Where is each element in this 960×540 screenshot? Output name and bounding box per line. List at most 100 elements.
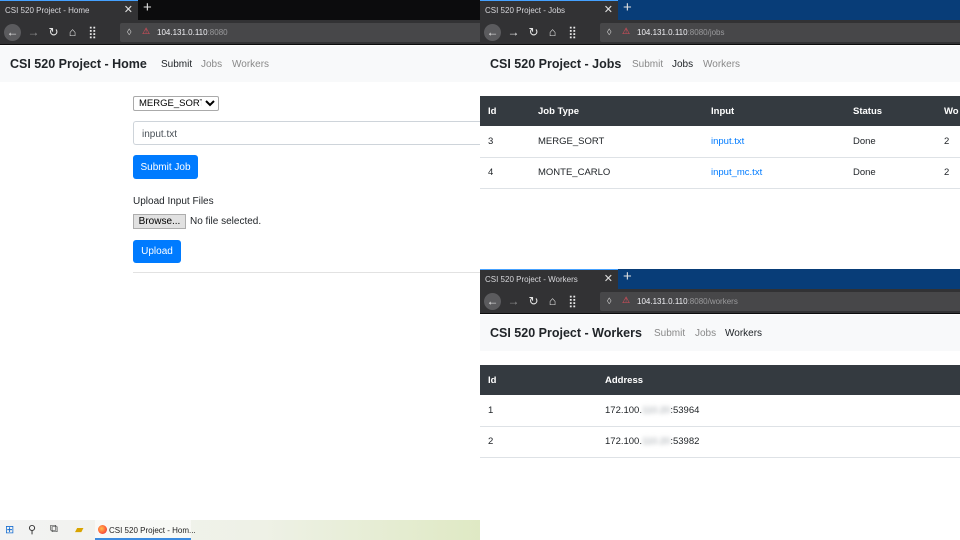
browser-toolbar: ← → ↻ ⌂ ⣿ ◊ ⚠ 104.131.0.110:8080 (0, 20, 480, 45)
nav-jobs[interactable]: Jobs (672, 59, 693, 70)
url-host: 104.131.0.110 (157, 28, 208, 37)
table-row: 3 MERGE_SORT input.txt Done 2 (480, 126, 960, 158)
app-navbar: CSI 520 Project - Workers Submit Jobs Wo… (480, 315, 960, 351)
apps-grid-icon[interactable]: ⣿ (564, 24, 581, 41)
forward-icon[interactable]: → (25, 24, 42, 41)
nav-submit[interactable]: Submit (161, 59, 192, 70)
nav-jobs[interactable]: Jobs (695, 328, 716, 339)
cell-workers: 2 (936, 157, 960, 189)
col-header-workers: Wo (944, 105, 959, 117)
nav-submit[interactable]: Submit (654, 328, 685, 339)
reload-icon[interactable]: ↻ (525, 293, 542, 310)
nav-workers[interactable]: Workers (232, 59, 269, 70)
nav-workers[interactable]: Workers (725, 328, 762, 339)
cell-job-type: MONTE_CARLO (530, 157, 703, 189)
nav-workers[interactable]: Workers (703, 59, 740, 70)
task-view-icon[interactable]: ⧉ (50, 523, 58, 536)
table-row: 1 172.100.110.20:53964 (480, 395, 960, 427)
reload-icon[interactable]: ↻ (525, 24, 542, 41)
address-redacted: 110.20 (641, 404, 671, 416)
table-header-row: Id Job Type Input Status Wo (480, 96, 960, 126)
windows-start-icon[interactable]: ⊞ (5, 523, 14, 536)
home-icon[interactable]: ⌂ (544, 293, 561, 310)
shield-icon: ◊ (127, 27, 132, 37)
apps-grid-icon[interactable]: ⣿ (564, 293, 581, 310)
file-status: No file selected. (190, 216, 262, 227)
taskbar-app-firefox[interactable]: CSI 520 Project - Hom... (95, 520, 196, 540)
address-bar[interactable]: ◊ ⚠ 104.131.0.110:8080/workers (600, 292, 960, 311)
new-tab-icon[interactable]: + (623, 0, 632, 16)
url-path: :8080/workers (687, 297, 738, 306)
col-header-id: Id (488, 105, 497, 117)
input-file-link[interactable]: input.txt (711, 136, 744, 147)
file-explorer-icon[interactable]: ▰ (75, 523, 83, 536)
input-file-link[interactable]: input_mc.txt (711, 167, 762, 178)
tab-title: CSI 520 Project - Home (5, 6, 90, 15)
address-prefix: 172.100. (605, 404, 642, 416)
back-icon[interactable]: ← (4, 24, 21, 41)
url-path: :8080/jobs (687, 28, 725, 37)
url-host: 104.131.0.110 (637, 297, 688, 306)
cell-id: 2 (480, 426, 597, 458)
url-host: 104.131.0.110 (637, 28, 688, 37)
jobs-window: CSI 520 Project - Jobs ✕ + ← → ↻ ⌂ ⣿ ◊ ⚠… (480, 0, 960, 270)
apps-grid-icon[interactable]: ⣿ (84, 24, 101, 41)
browser-toolbar: ← → ↻ ⌂ ⣿ ◊ ⚠ 104.131.0.110:8080/jobs (480, 20, 960, 45)
input-file-field[interactable]: input.txt (133, 121, 480, 145)
close-icon[interactable]: ✕ (604, 3, 613, 16)
back-icon[interactable]: ← (484, 293, 501, 310)
back-icon[interactable]: ← (484, 24, 501, 41)
reload-icon[interactable]: ↻ (45, 24, 62, 41)
tab-strip: CSI 520 Project - Jobs ✕ + (480, 0, 960, 20)
table-row: 4 MONTE_CARLO input_mc.txt Done 2 (480, 157, 960, 189)
table-header-row: Id Address (480, 365, 960, 395)
close-icon[interactable]: ✕ (124, 3, 133, 16)
col-header-address: Address (605, 374, 644, 386)
upload-label: Upload Input Files (133, 196, 214, 207)
tab-strip: CSI 520 Project - Home ✕ + (0, 0, 480, 20)
browser-tab-jobs[interactable]: CSI 520 Project - Jobs ✕ (480, 0, 618, 20)
home-icon[interactable]: ⌂ (544, 24, 561, 41)
nav-jobs[interactable]: Jobs (201, 59, 222, 70)
taskbar-app-label: CSI 520 Project - Hom... (109, 526, 196, 535)
home-icon[interactable]: ⌂ (64, 24, 81, 41)
address-bar[interactable]: ◊ ⚠ 104.131.0.110:8080 (120, 23, 480, 42)
insecure-lock-icon: ⚠ (142, 26, 151, 36)
close-icon[interactable]: ✕ (604, 272, 613, 285)
new-tab-icon[interactable]: + (623, 269, 632, 285)
browser-tab-workers[interactable]: CSI 520 Project - Workers ✕ (480, 269, 618, 289)
forward-icon[interactable]: → (505, 24, 522, 41)
app-navbar: CSI 520 Project - Jobs Submit Jobs Worke… (480, 46, 960, 82)
col-header-id: Id (488, 374, 497, 386)
browser-tab-home[interactable]: CSI 520 Project - Home ✕ (0, 0, 138, 20)
cell-address: 172.100.110.20:53964 (597, 395, 960, 427)
workers-table: Id Address 1 172.100.110.20:53964 2 172.… (480, 365, 960, 458)
firefox-icon (98, 525, 107, 534)
address-port: :53964 (670, 404, 700, 416)
page-title[interactable]: CSI 520 Project - Jobs (490, 57, 621, 71)
job-type-select[interactable]: MERGE_SORT (133, 96, 219, 111)
cell-status: Done (845, 157, 936, 189)
insecure-lock-icon: ⚠ (622, 295, 631, 305)
empty-area (480, 518, 960, 540)
browse-button[interactable]: Browse... (133, 214, 186, 229)
address-bar[interactable]: ◊ ⚠ 104.131.0.110:8080/jobs (600, 23, 960, 42)
page-title[interactable]: CSI 520 Project - Workers (490, 326, 642, 340)
new-tab-icon[interactable]: + (143, 0, 152, 16)
cell-input: input_mc.txt (703, 157, 845, 189)
submit-job-button[interactable]: Submit Job (133, 155, 198, 179)
browser-toolbar: ← → ↻ ⌂ ⣿ ◊ ⚠ 104.131.0.110:8080/workers (480, 289, 960, 314)
page-title[interactable]: CSI 520 Project - Home (10, 57, 147, 71)
cell-workers: 2 (936, 126, 960, 158)
cell-id: 1 (480, 395, 597, 427)
table-row: 2 172.100.110.20:53982 (480, 426, 960, 458)
col-header-status: Status (853, 105, 883, 117)
search-icon[interactable]: ⚲ (28, 523, 36, 536)
tab-title: CSI 520 Project - Workers (485, 275, 578, 284)
cell-input: input.txt (703, 126, 845, 158)
nav-submit[interactable]: Submit (632, 59, 663, 70)
upload-button[interactable]: Upload (133, 240, 181, 263)
address-redacted: 110.20 (641, 436, 671, 447)
forward-icon[interactable]: → (505, 293, 522, 310)
taskbar: ⊞ ⚲ ⧉ ▰ CSI 520 Project - Hom... (0, 520, 480, 540)
